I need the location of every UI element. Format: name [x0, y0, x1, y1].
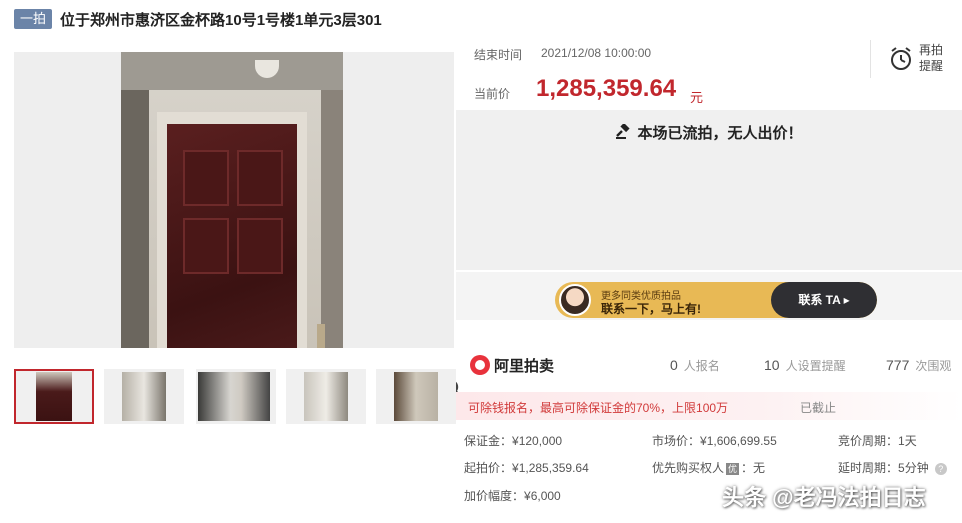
- thumbnail-4[interactable]: [286, 369, 366, 424]
- thumbnail-2[interactable]: [104, 369, 184, 424]
- contact-ta-button[interactable]: 联系 TA ▸: [771, 282, 877, 318]
- price-unit: 元: [690, 90, 704, 105]
- help-icon[interactable]: ?: [934, 463, 947, 475]
- start-price-info: 起拍价：¥1,285,359.64: [464, 461, 589, 475]
- end-time-label: 结束时间: [474, 48, 523, 62]
- property-photo: [121, 52, 343, 348]
- watermark: 头条 @老冯法拍日志: [722, 485, 926, 510]
- current-price-label: 当前价: [474, 87, 511, 101]
- current-price: 1,285,359.64: [536, 75, 677, 102]
- priority-tag: 优: [726, 463, 740, 475]
- end-time-value: 2021/12/08 10:00:00: [541, 46, 652, 60]
- notice-state: 已截止: [800, 401, 837, 415]
- thumbnail-1[interactable]: [14, 369, 94, 424]
- stat-reminders: 10 人设置提醒: [764, 357, 846, 373]
- market-price-info: 市场价：¥1,606,699.55: [652, 434, 777, 448]
- brand-name: 阿里拍卖: [494, 357, 555, 375]
- door-image: [167, 124, 325, 348]
- status-message: 本场已流拍，无人出价！: [637, 125, 803, 142]
- brand-logo[interactable]: 阿里拍卖: [470, 352, 554, 378]
- main-image-viewer[interactable]: [14, 52, 463, 399]
- ali-auction-logo-icon: [470, 355, 490, 375]
- increment-info: 加价幅度：¥6,000: [464, 489, 561, 503]
- alarm-clock-icon: [891, 47, 911, 70]
- round-badge: 一拍: [14, 9, 53, 29]
- priority-buyer-info: 优先购买权人优：无: [652, 461, 766, 475]
- promo-banner-area: 更多同类优质拍品 联系一下，马上有! 联系 TA ▸: [456, 272, 962, 320]
- reauction-remind-button[interactable]: 再拍提醒: [870, 40, 952, 78]
- page-title: 位于郑州市惠济区金杯路10号1号楼1单元3层301: [60, 11, 382, 29]
- notice-text: 可除钱报名，最高可除保证金的70%，上限100万: [468, 401, 729, 415]
- deposit-info: 保证金：¥120,000: [464, 434, 563, 448]
- bid-cycle-info: 竞价周期：1天: [838, 434, 917, 448]
- reauction-remind-label: 再拍提醒: [919, 43, 944, 73]
- title-row: 一拍 位于郑州市惠济区金杯路10号1号楼1单元3层301: [14, 8, 382, 30]
- thumbnail-5[interactable]: [376, 369, 456, 424]
- auction-status-box: 本场已流拍，无人出价！: [456, 110, 962, 270]
- agent-avatar: [559, 284, 591, 316]
- stat-views: 777 次围观: [886, 357, 952, 373]
- contact-banner[interactable]: 更多同类优质拍品 联系一下，马上有! 联系 TA ▸: [555, 282, 877, 318]
- thumbnail-3[interactable]: [196, 369, 276, 424]
- status-message-row: 本场已流拍，无人出价！: [456, 122, 962, 143]
- delay-cycle-info: 延时周期：5分钟?: [838, 459, 947, 476]
- deposit-loan-notice: 可除钱报名，最高可除保证金的70%，上限100万 已截止: [456, 392, 962, 420]
- gavel-icon: [616, 122, 631, 139]
- banner-line2: 联系一下，马上有!: [601, 302, 701, 316]
- stat-registered: 0 人报名: [670, 357, 720, 373]
